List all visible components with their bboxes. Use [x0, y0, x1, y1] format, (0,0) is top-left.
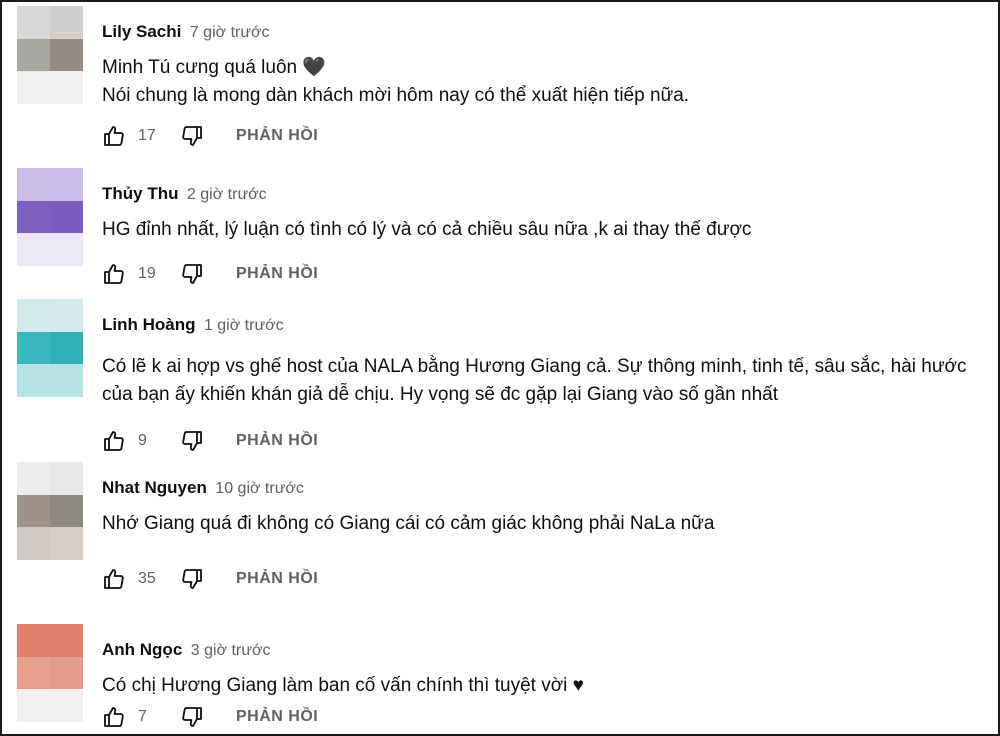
- thumbs-up-icon[interactable]: [102, 429, 126, 453]
- comment-text: HG đỉnh nhất, lý luận có tình có lý và c…: [102, 219, 752, 240]
- comment-actions: 9 PHẢN HỒI: [102, 427, 318, 455]
- comment-header: Nhat Nguyen 10 giờ trước: [102, 478, 304, 498]
- comment-header: Thủy Thu 2 giờ trước: [102, 184, 267, 204]
- author-name[interactable]: Nhat Nguyen: [102, 478, 207, 497]
- like-count: 17: [138, 127, 156, 144]
- comment-header: Lily Sachi 7 giờ trước: [102, 22, 270, 42]
- reply-button[interactable]: PHẢN HỒI: [236, 708, 318, 726]
- like-count: 35: [138, 570, 156, 587]
- thumbs-up-icon[interactable]: [102, 705, 126, 729]
- comment-actions: 35 PHẢN HỒI: [102, 565, 318, 593]
- thumbs-down-icon[interactable]: [180, 124, 204, 148]
- comment-header: Anh Ngọc 3 giờ trước: [102, 640, 270, 660]
- like-count: 7: [138, 708, 147, 725]
- comment-text: Có lẽ k ai hợp vs ghế host của NALA bằng…: [102, 356, 967, 405]
- comment-actions: 19 PHẢN HỒI: [102, 260, 318, 288]
- like-count: 9: [138, 432, 147, 449]
- thumbs-down-icon[interactable]: [180, 262, 204, 286]
- comments-panel: Lily Sachi 7 giờ trước Minh Tú cưng quá …: [0, 0, 1000, 736]
- avatar[interactable]: [17, 6, 83, 104]
- comment-actions: 7 PHẢN HỒI: [102, 703, 318, 731]
- author-name[interactable]: Lily Sachi: [102, 22, 181, 41]
- comment-text: Minh Tú cưng quá luôn 🖤 Nói chung là mong…: [102, 57, 690, 106]
- comment-time[interactable]: 10 giờ trước: [215, 480, 304, 497]
- reply-button[interactable]: PHẢN HỒI: [236, 265, 318, 283]
- comment-text: Có chị Hương Giang làm ban cố vấn chính …: [102, 675, 584, 696]
- comment-time[interactable]: 3 giờ trước: [191, 642, 271, 659]
- reply-button[interactable]: PHẢN HỒI: [236, 432, 318, 450]
- comment-header: Linh Hoàng 1 giờ trước: [102, 315, 284, 335]
- author-name[interactable]: Anh Ngọc: [102, 640, 182, 659]
- thumbs-up-icon[interactable]: [102, 567, 126, 591]
- thumbs-up-icon[interactable]: [102, 124, 126, 148]
- avatar[interactable]: [17, 624, 83, 722]
- thumbs-down-icon[interactable]: [180, 567, 204, 591]
- comment-time[interactable]: 7 giờ trước: [190, 24, 270, 41]
- thumbs-down-icon[interactable]: [180, 705, 204, 729]
- reply-button[interactable]: PHẢN HỒI: [236, 570, 318, 588]
- thumbs-up-icon[interactable]: [102, 262, 126, 286]
- comment-time[interactable]: 1 giờ trước: [204, 317, 284, 334]
- comment-time[interactable]: 2 giờ trước: [187, 186, 267, 203]
- avatar[interactable]: [17, 462, 83, 560]
- avatar[interactable]: [17, 168, 83, 266]
- reply-button[interactable]: PHẢN HỒI: [236, 127, 318, 145]
- thumbs-down-icon[interactable]: [180, 429, 204, 453]
- avatar[interactable]: [17, 299, 83, 397]
- author-name[interactable]: Thủy Thu: [102, 184, 178, 203]
- comment-text: Nhớ Giang quá đi không có Giang cái có c…: [102, 513, 715, 534]
- like-count: 19: [138, 265, 156, 282]
- comment-actions: 17 PHẢN HỒI: [102, 122, 318, 150]
- author-name[interactable]: Linh Hoàng: [102, 315, 195, 334]
